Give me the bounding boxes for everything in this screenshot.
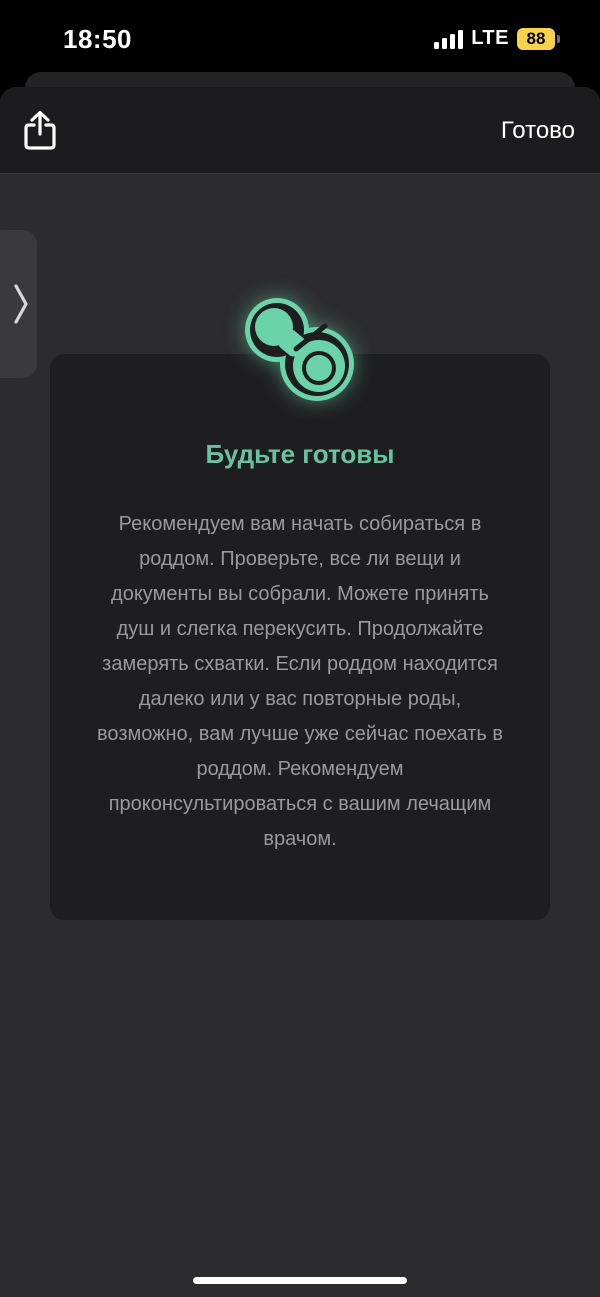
battery-icon: 88 (517, 27, 560, 50)
pacifier-icon (245, 298, 354, 401)
battery-level: 88 (517, 27, 555, 50)
side-panel-toggle[interactable] (0, 230, 37, 378)
share-icon (24, 110, 56, 150)
done-button[interactable]: Готово (501, 115, 575, 147)
battery-tip (557, 34, 560, 43)
network-label: LTE (471, 27, 509, 49)
home-indicator[interactable] (193, 1277, 407, 1284)
status-bar: 18:50 LTE 88 (0, 0, 600, 80)
modal-sheet: Готово Будьте готовы Рекомендуем вам нач… (0, 87, 600, 1297)
card-title: Будьте готовы (205, 439, 395, 469)
screen: 18:50 LTE 88 Готово Будьте готовы Рекоме… (0, 0, 600, 1297)
signal-icon (434, 29, 464, 49)
chevron-right-icon (14, 284, 28, 324)
status-indicators: LTE 88 (434, 27, 560, 50)
status-time: 18:50 (63, 24, 132, 54)
card-body-text: Рекомендуем вам начать собираться в родд… (97, 513, 503, 850)
share-button[interactable] (20, 107, 60, 153)
navigation-bar: Готово (0, 87, 600, 174)
